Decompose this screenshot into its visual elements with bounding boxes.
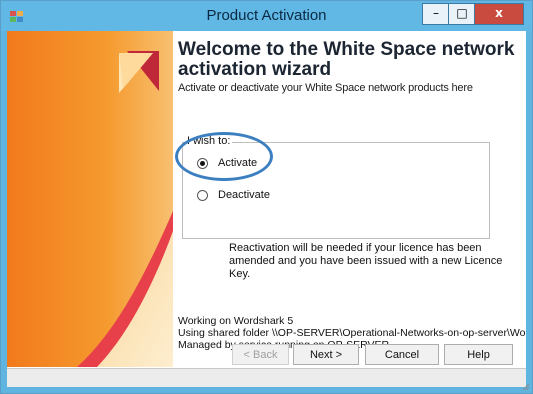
wizard-banner-graphic — [7, 31, 173, 367]
close-button[interactable]: x — [474, 3, 524, 25]
wizard-subheading: Activate or deactivate your White Space … — [178, 82, 473, 94]
maximize-button[interactable]: □ — [448, 3, 476, 25]
wizard-heading: Welcome to the White Space network activ… — [178, 39, 515, 80]
product-activation-window: Product Activation – □ x Welcome to the … — [0, 0, 533, 394]
minimize-button[interactable]: – — [422, 3, 450, 25]
status-shared-folder: Using shared folder \\OP-SERVER\Operatio… — [178, 327, 526, 339]
deactivate-radio[interactable] — [197, 189, 208, 201]
cancel-button[interactable]: Cancel — [365, 344, 439, 365]
next-button[interactable]: Next > — [293, 344, 359, 365]
title-bar[interactable]: Product Activation – □ x — [1, 1, 532, 31]
deactivate-option[interactable]: Deactivate — [197, 189, 270, 201]
highlight-circle — [175, 132, 273, 181]
resize-grip-icon[interactable] — [520, 381, 530, 391]
button-bar — [7, 368, 526, 387]
deactivate-label[interactable]: Deactivate — [218, 189, 270, 201]
status-product: Working on Wordshark 5 — [178, 315, 294, 327]
back-button[interactable]: < Back — [232, 344, 289, 365]
help-button[interactable]: Help — [444, 344, 513, 365]
wizard-client-area: Welcome to the White Space network activ… — [7, 31, 526, 387]
reactivation-note: Reactivation will be needed if your lice… — [229, 242, 503, 280]
